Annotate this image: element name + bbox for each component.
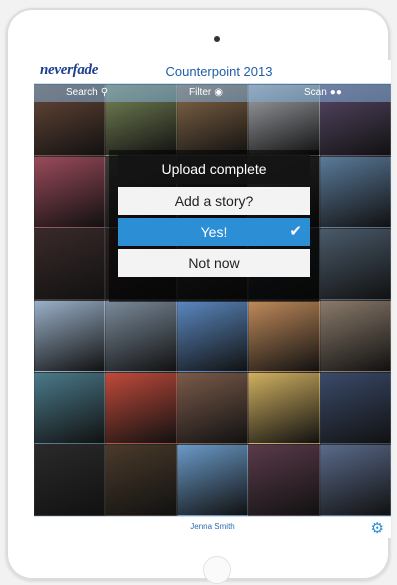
- photo-tile[interactable]: [248, 372, 320, 444]
- photo-tile[interactable]: [34, 444, 106, 516]
- upload-complete-dialog: Upload complete Add a story? Yes! ✔ Not …: [118, 154, 310, 277]
- photo-tile[interactable]: [319, 444, 391, 516]
- bottom-bar: Jenna Smith ⚙: [34, 516, 391, 538]
- photo-tile[interactable]: [34, 156, 106, 228]
- photo-tile[interactable]: [319, 300, 391, 372]
- photo-tile[interactable]: [319, 228, 391, 300]
- photo-tile[interactable]: [248, 300, 320, 372]
- photo-tile[interactable]: [105, 300, 177, 372]
- photo-tile[interactable]: [319, 372, 391, 444]
- photo-tile[interactable]: [34, 228, 106, 300]
- app-screen: neverfade Counterpoint 2013 Search ⚲ Fil…: [34, 60, 391, 538]
- app-logo: neverfade: [40, 62, 99, 78]
- photo-tile[interactable]: [176, 444, 249, 516]
- gear-icon[interactable]: ⚙: [371, 519, 384, 537]
- photo-tile[interactable]: [34, 372, 106, 444]
- not-now-label: Not now: [188, 255, 240, 271]
- photo-tile[interactable]: [105, 372, 177, 444]
- eye-icon: ◉: [214, 86, 223, 98]
- glasses-icon: ●●: [329, 86, 342, 98]
- title-bar: neverfade Counterpoint 2013: [34, 60, 391, 84]
- yes-label: Yes!: [200, 224, 228, 240]
- filter-label: Filter: [189, 87, 212, 98]
- check-icon: ✔: [289, 223, 302, 240]
- photo-tile[interactable]: [176, 300, 249, 372]
- camera-lens: [214, 36, 220, 42]
- scan-label: Scan: [304, 87, 327, 98]
- photo-tile[interactable]: [319, 156, 391, 228]
- not-now-button[interactable]: Not now: [118, 249, 310, 277]
- search-button[interactable]: Search ⚲: [66, 87, 108, 98]
- event-title: Counterpoint 2013: [165, 64, 273, 79]
- yes-button[interactable]: Yes! ✔: [118, 218, 310, 246]
- add-story-prompt: Add a story?: [118, 187, 310, 215]
- photo-tile[interactable]: [248, 444, 320, 516]
- search-icon: ⚲: [100, 86, 109, 98]
- photo-tile[interactable]: [105, 444, 177, 516]
- photo-tile[interactable]: [176, 372, 249, 444]
- filter-button[interactable]: Filter ◉: [189, 87, 223, 98]
- dialog-title: Upload complete: [118, 154, 310, 184]
- home-button[interactable]: [203, 556, 231, 584]
- toolbar: Search ⚲ Filter ◉ Scan ●●: [34, 84, 391, 102]
- scan-button[interactable]: Scan ●●: [304, 87, 342, 98]
- search-label: Search: [66, 87, 98, 98]
- photo-tile[interactable]: [34, 300, 106, 372]
- user-name[interactable]: Jenna Smith: [34, 522, 391, 531]
